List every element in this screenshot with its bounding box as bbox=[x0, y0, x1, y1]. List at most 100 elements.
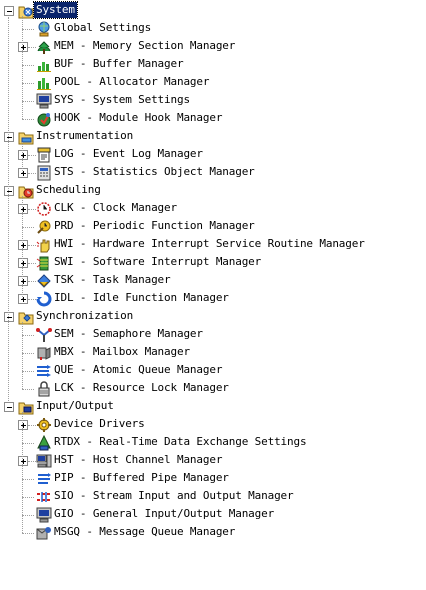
tree-item-rtdx[interactable]: RTDX - Real-Time Data Exchange Settings bbox=[0, 434, 426, 452]
tree-connector-line bbox=[22, 196, 23, 299]
gio-monitor-icon bbox=[36, 507, 52, 523]
tree-item-hst[interactable]: HST - Host Channel Manager bbox=[0, 452, 426, 470]
tree-item-gio[interactable]: GIO - General Input/Output Manager bbox=[0, 506, 426, 524]
periodic-icon bbox=[36, 219, 52, 235]
tree-item-label[interactable]: RTDX - Real-Time Data Exchange Settings bbox=[52, 434, 308, 450]
collapse-toggle-instrumentation[interactable] bbox=[4, 132, 14, 142]
tree-item-lck[interactable]: LCK - Resource Lock Manager bbox=[0, 380, 426, 398]
tree-item-sio[interactable]: SIO - Stream Input and Output Manager bbox=[0, 488, 426, 506]
tree-item-label[interactable]: HWI - Hardware Interrupt Service Routine… bbox=[52, 236, 367, 252]
module-tree: System Global Settings MEM - Memory Sectio… bbox=[0, 0, 426, 590]
buffer-icon bbox=[36, 57, 52, 73]
tree-item-sts[interactable]: STS - Statistics Object Manager bbox=[0, 164, 426, 182]
tree-item-label[interactable]: QUE - Atomic Queue Manager bbox=[52, 362, 224, 378]
expand-toggle-log[interactable] bbox=[18, 150, 28, 160]
log-icon bbox=[36, 147, 52, 163]
expand-toggle-hwi[interactable] bbox=[18, 240, 28, 250]
tree-item-label[interactable]: SIO - Stream Input and Output Manager bbox=[52, 488, 296, 504]
expand-toggle-hst[interactable] bbox=[18, 456, 28, 466]
tree-item-label[interactable]: HOOK - Module Hook Manager bbox=[52, 110, 224, 126]
expand-toggle-sts[interactable] bbox=[18, 168, 28, 178]
expand-toggle-swi[interactable] bbox=[18, 258, 28, 268]
tree-item-label[interactable]: POOL - Allocator Manager bbox=[52, 74, 211, 90]
tree-group-system[interactable]: System bbox=[0, 1, 426, 20]
expand-toggle-clk[interactable] bbox=[18, 204, 28, 214]
tree-item-pool[interactable]: POOL - Allocator Manager bbox=[0, 74, 426, 92]
collapse-toggle-system[interactable] bbox=[4, 6, 14, 16]
tree-item-sem[interactable]: SEM - Semaphore Manager bbox=[0, 326, 426, 344]
tree-item-label[interactable]: LCK - Resource Lock Manager bbox=[52, 380, 231, 396]
semaphore-icon bbox=[36, 327, 52, 343]
tree-item-label[interactable]: Global Settings bbox=[52, 20, 153, 36]
tree-item-hwi[interactable]: HWI - Hardware Interrupt Service Routine… bbox=[0, 236, 426, 254]
tree-item-label[interactable]: MSGQ - Message Queue Manager bbox=[52, 524, 237, 540]
tree-item-sys[interactable]: SYS - System Settings bbox=[0, 92, 426, 110]
tree-group-scheduling[interactable]: Scheduling bbox=[0, 182, 426, 200]
tree-item-label[interactable]: CLK - Clock Manager bbox=[52, 200, 179, 216]
tree-group-label[interactable]: Scheduling bbox=[34, 182, 103, 198]
memory-icon bbox=[36, 39, 52, 55]
stream-io-icon bbox=[36, 489, 52, 505]
monitor-icon bbox=[36, 93, 52, 109]
task-icon bbox=[36, 273, 52, 289]
message-queue-icon bbox=[36, 525, 52, 541]
idle-cycle-icon bbox=[36, 291, 52, 307]
expand-toggle-idl[interactable] bbox=[18, 294, 28, 304]
tree-item-clk[interactable]: CLK - Clock Manager bbox=[0, 200, 426, 218]
collapse-toggle-synchronization[interactable] bbox=[4, 312, 14, 322]
pipe-icon bbox=[36, 471, 52, 487]
tree-connector-line bbox=[22, 412, 23, 533]
globe-settings-icon bbox=[36, 21, 52, 37]
tree-item-label[interactable]: PRD - Periodic Function Manager bbox=[52, 218, 257, 234]
synchronization-folder-icon bbox=[18, 309, 34, 325]
expand-toggle-tsk[interactable] bbox=[18, 276, 28, 286]
hook-icon bbox=[36, 111, 52, 127]
tree-item-mbx[interactable]: MBX - Mailbox Manager bbox=[0, 344, 426, 362]
device-drivers-icon bbox=[36, 417, 52, 433]
tree-item-label[interactable]: TSK - Task Manager bbox=[52, 272, 173, 288]
tree-item-label[interactable]: LOG - Event Log Manager bbox=[52, 146, 205, 162]
tree-item-label[interactable]: STS - Statistics Object Manager bbox=[52, 164, 257, 180]
queue-icon bbox=[36, 363, 52, 379]
tree-item-pip[interactable]: PIP - Buffered Pipe Manager bbox=[0, 470, 426, 488]
tree-group-label[interactable]: Input/Output bbox=[34, 398, 116, 414]
tree-group-label[interactable]: Synchronization bbox=[34, 308, 135, 324]
tree-item-tsk[interactable]: TSK - Task Manager bbox=[0, 272, 426, 290]
tree-item-label[interactable]: SYS - System Settings bbox=[52, 92, 192, 108]
rtdx-icon bbox=[36, 434, 52, 451]
tree-item-global-settings[interactable]: Global Settings bbox=[0, 20, 426, 38]
tree-item-label[interactable]: Device Drivers bbox=[52, 416, 147, 432]
tree-item-buf[interactable]: BUF - Buffer Manager bbox=[0, 56, 426, 74]
io-folder-icon bbox=[18, 399, 34, 415]
tree-item-label[interactable]: IDL - Idle Function Manager bbox=[52, 290, 231, 306]
tree-group-input-output[interactable]: Input/Output bbox=[0, 398, 426, 416]
tree-item-idl[interactable]: IDL - Idle Function Manager bbox=[0, 290, 426, 308]
tree-item-label[interactable]: SEM - Semaphore Manager bbox=[52, 326, 205, 342]
tree-item-device-drivers[interactable]: Device Drivers bbox=[0, 416, 426, 434]
statistics-icon bbox=[36, 165, 52, 181]
tree-item-mem[interactable]: MEM - Memory Section Manager bbox=[0, 38, 426, 56]
tree-item-label[interactable]: MEM - Memory Section Manager bbox=[52, 38, 237, 54]
tree-group-instrumentation[interactable]: Instrumentation bbox=[0, 128, 426, 146]
tree-item-msgq[interactable]: MSGQ - Message Queue Manager bbox=[0, 524, 426, 542]
tree-item-label[interactable]: GIO - General Input/Output Manager bbox=[52, 506, 276, 522]
tree-connector-line bbox=[8, 17, 9, 401]
tree-item-label[interactable]: HST - Host Channel Manager bbox=[52, 452, 224, 468]
expand-toggle-device-drivers[interactable] bbox=[18, 420, 28, 430]
collapse-toggle-input-output[interactable] bbox=[4, 402, 14, 412]
tree-item-label[interactable]: PIP - Buffered Pipe Manager bbox=[52, 470, 231, 486]
tree-item-hook[interactable]: HOOK - Module Hook Manager bbox=[0, 110, 426, 128]
tree-item-log[interactable]: LOG - Event Log Manager bbox=[0, 146, 426, 164]
tree-item-label[interactable]: SWI - Software Interrupt Manager bbox=[52, 254, 263, 270]
tree-item-swi[interactable]: SWI - Software Interrupt Manager bbox=[0, 254, 426, 272]
tree-item-que[interactable]: QUE - Atomic Queue Manager bbox=[0, 362, 426, 380]
tree-group-label[interactable]: Instrumentation bbox=[34, 128, 135, 144]
collapse-toggle-scheduling[interactable] bbox=[4, 186, 14, 196]
tree-item-label[interactable]: BUF - Buffer Manager bbox=[52, 56, 185, 72]
tree-connector-line bbox=[22, 16, 23, 119]
tree-group-synchronization[interactable]: Synchronization bbox=[0, 308, 426, 326]
expand-toggle-mem[interactable] bbox=[18, 42, 28, 52]
tree-item-prd[interactable]: PRD - Periodic Function Manager bbox=[0, 218, 426, 236]
tree-item-label[interactable]: MBX - Mailbox Manager bbox=[52, 344, 192, 360]
tree-group-label[interactable]: System bbox=[33, 1, 78, 19]
